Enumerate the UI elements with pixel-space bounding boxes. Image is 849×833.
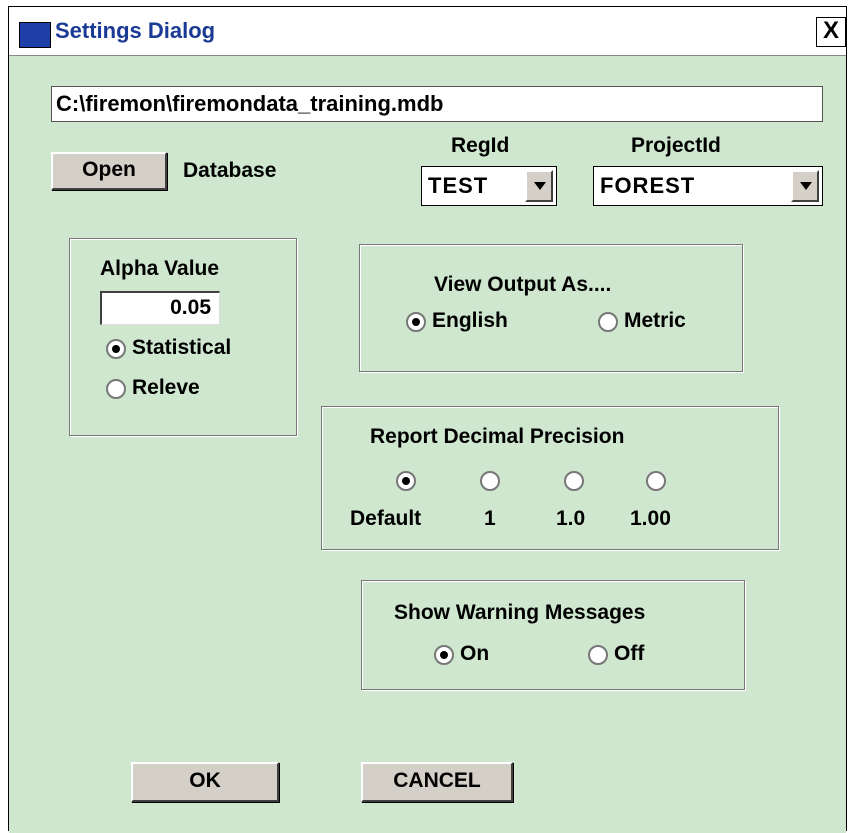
view-output-group: View Output As.... English Metric: [359, 244, 743, 372]
warning-messages-label: Show Warning Messages: [394, 601, 646, 624]
precision-1-0-radio[interactable]: [564, 471, 584, 491]
alpha-value-input[interactable]: 0.05: [100, 291, 220, 325]
statistical-label: Statistical: [132, 336, 232, 359]
warnings-off-radio[interactable]: [588, 645, 608, 665]
alpha-value-group: Alpha Value 0.05 Statistical Releve: [69, 238, 297, 436]
projectid-select[interactable]: FOREST: [593, 166, 823, 206]
warnings-on-label: On: [460, 642, 490, 665]
releve-radio[interactable]: [106, 379, 126, 399]
metric-radio[interactable]: [598, 312, 618, 332]
view-output-label: View Output As....: [434, 273, 612, 296]
regid-label: RegId: [451, 134, 510, 157]
precision-1-label: 1: [484, 507, 496, 530]
precision-1-00-radio[interactable]: [646, 471, 666, 491]
projectid-label: ProjectId: [631, 134, 721, 157]
projectid-dropdown-arrow-icon[interactable]: [791, 170, 819, 202]
alpha-value-label: Alpha Value: [100, 257, 220, 280]
decimal-precision-label: Report Decimal Precision: [370, 425, 625, 448]
close-button[interactable]: X: [816, 17, 846, 47]
precision-1-radio[interactable]: [480, 471, 500, 491]
dialog-body: C:\firemon\firemondata_training.mdb Open…: [9, 55, 846, 833]
projectid-value: FOREST: [600, 173, 696, 198]
database-label: Database: [183, 159, 277, 182]
regid-select[interactable]: TEST: [421, 166, 557, 206]
database-path-field[interactable]: C:\firemon\firemondata_training.mdb: [51, 86, 823, 122]
metric-label: Metric: [624, 309, 686, 332]
regid-value: TEST: [428, 173, 489, 198]
ok-button[interactable]: OK: [131, 762, 279, 802]
open-button[interactable]: Open: [51, 152, 167, 190]
settings-dialog: Settings Dialog X C:\firemon\firemondata…: [8, 6, 847, 833]
regid-dropdown-arrow-icon[interactable]: [525, 170, 553, 202]
english-label: English: [432, 309, 508, 332]
statistical-radio[interactable]: [106, 339, 126, 359]
title-bar[interactable]: Settings Dialog X: [9, 7, 846, 55]
releve-label: Releve: [132, 376, 200, 399]
warning-messages-group: Show Warning Messages On Off: [361, 580, 745, 690]
precision-default-label: Default: [350, 507, 422, 530]
precision-default-radio[interactable]: [396, 471, 416, 491]
window-icon: [17, 20, 53, 50]
precision-1-0-label: 1.0: [556, 507, 586, 530]
english-radio[interactable]: [406, 312, 426, 332]
precision-1-00-label: 1.00: [630, 507, 671, 530]
window-title: Settings Dialog: [55, 18, 216, 43]
cancel-button[interactable]: CANCEL: [361, 762, 513, 802]
warnings-off-label: Off: [614, 642, 645, 665]
warnings-on-radio[interactable]: [434, 645, 454, 665]
decimal-precision-group: Report Decimal Precision Default 1 1.0 1…: [321, 406, 779, 550]
